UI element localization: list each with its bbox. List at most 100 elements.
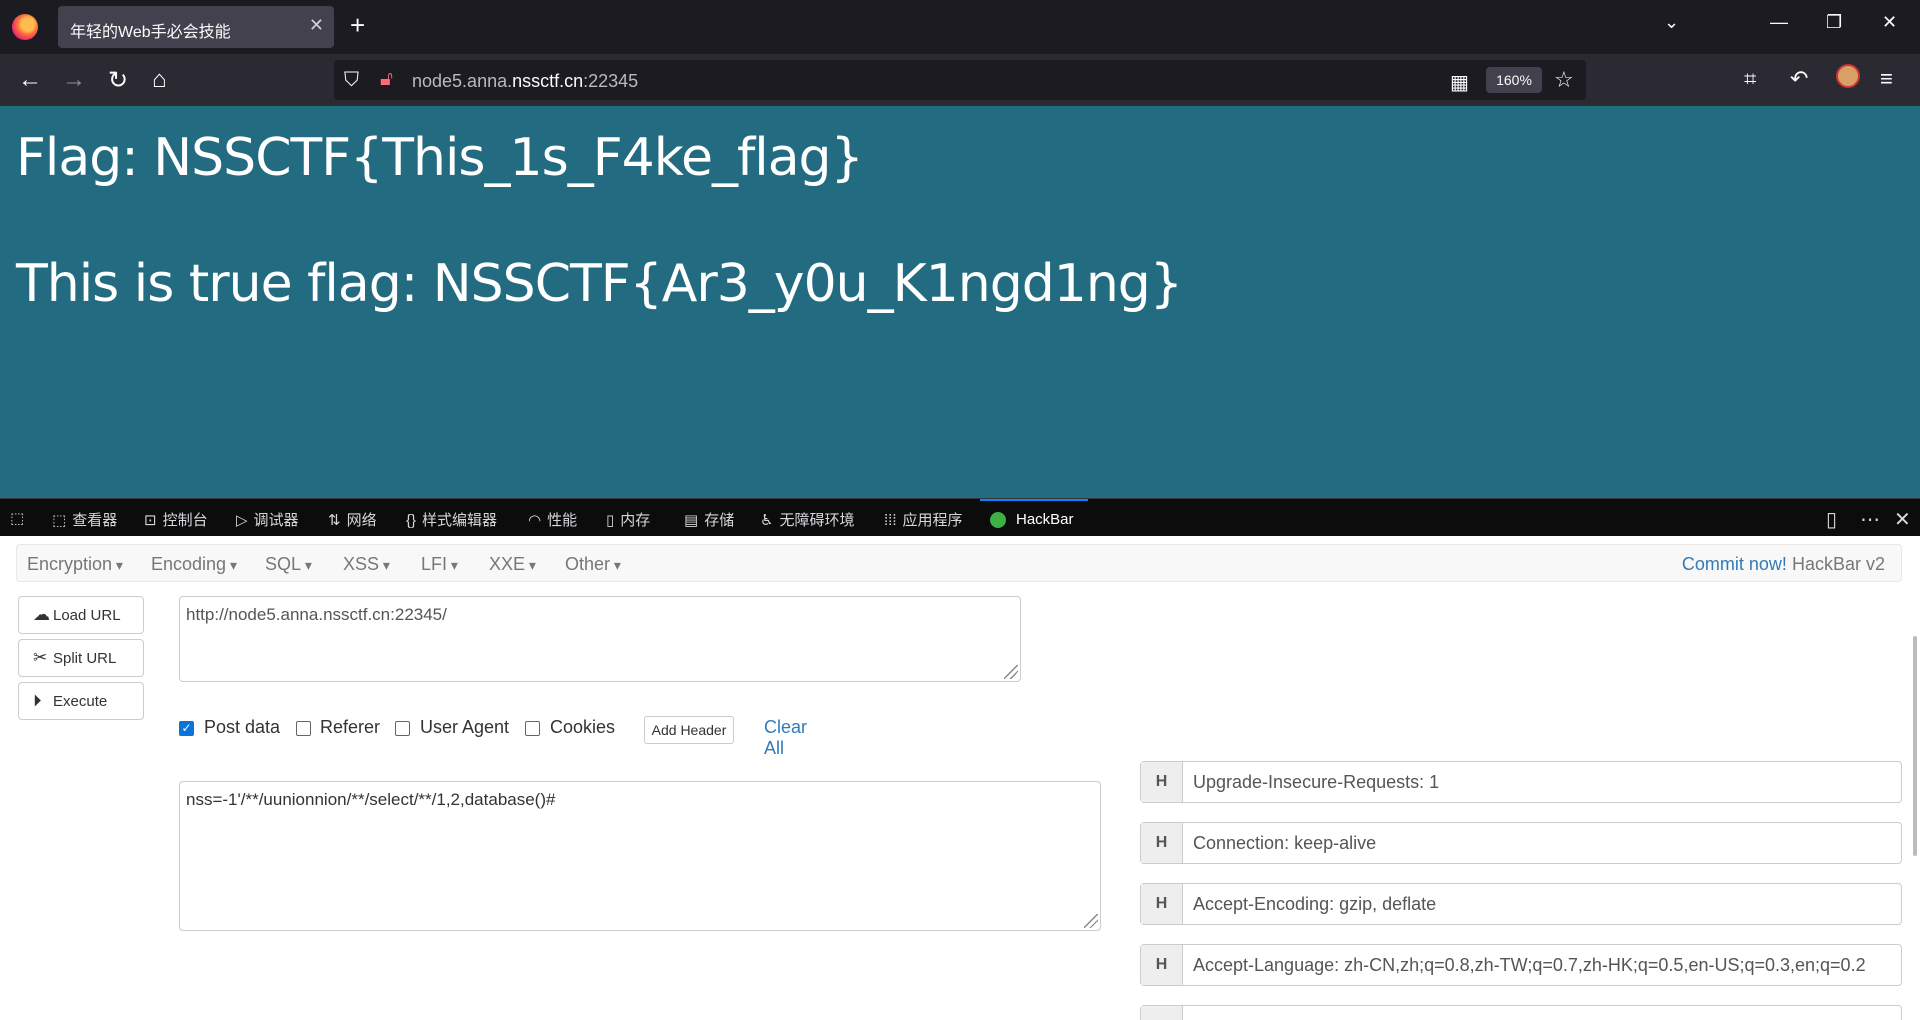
tab-label: 内存 [620, 512, 651, 529]
url-bar[interactable]: ⛉ 🔓︎ node5.anna.nssctf.cn:22345 ▦ 160% ☆ [334, 60, 1586, 100]
firefox-logo-icon[interactable] [12, 14, 38, 40]
cookies-label[interactable]: Cookies [550, 717, 615, 738]
user-agent-checkbox[interactable] [395, 721, 410, 736]
menu-hamburger-icon[interactable]: ≡ [1880, 66, 1893, 92]
cloud-download-icon: ☁ [33, 605, 50, 624]
post-data-label[interactable]: Post data [204, 717, 280, 738]
screenshot-crop-icon[interactable]: ⌗ [1744, 66, 1756, 92]
tracking-protection-shield-icon[interactable]: ⛉ [344, 69, 359, 92]
tab-label: 控制台 [162, 512, 208, 529]
add-header-button[interactable]: Add Header [644, 716, 734, 744]
tab-label: 存储 [704, 512, 735, 529]
hackbar-panel: Encryption Encoding SQL XSS LFI XXE Othe… [0, 536, 1920, 1020]
minimize-button[interactable]: — [1770, 12, 1788, 33]
devtools-tab-inspector[interactable]: ⬚ 查看器 [52, 509, 117, 530]
tab-close-icon[interactable]: ✕ [309, 15, 324, 36]
browser-tab[interactable]: 年轻的Web手必会技能 ✕ [58, 6, 334, 48]
header-toggle-badge[interactable]: H [1141, 762, 1183, 802]
referer-label[interactable]: Referer [320, 717, 380, 738]
new-tab-button[interactable]: + [350, 10, 365, 41]
header-row[interactable]: H Upgrade-Insecure-Requests: 1 [1140, 761, 1902, 803]
header-row-partial[interactable] [1140, 1005, 1902, 1020]
restore-button[interactable]: ❐ [1826, 12, 1842, 33]
commit-now-link[interactable]: Commit now! [1682, 554, 1787, 574]
element-picker-icon[interactable]: ⬚ [10, 509, 24, 527]
devtools-tab-application[interactable]: ⁞⁞⁞ 应用程序 [884, 509, 963, 530]
devtools-tab-style-editor[interactable]: {} 样式编辑器 [406, 509, 497, 530]
resize-handle-icon[interactable] [1084, 914, 1098, 928]
url-host-domain: nssctf.cn [512, 71, 584, 91]
clear-all-link[interactable]: Clear All [764, 717, 807, 759]
split-url-button[interactable]: ✂ Split URL [18, 639, 144, 677]
execute-button[interactable]: ⏵ Execute [18, 682, 144, 720]
url-text[interactable]: node5.anna.nssctf.cn:22345 [412, 71, 638, 92]
header-row[interactable]: H Accept-Encoding: gzip, deflate [1140, 883, 1902, 925]
bookmark-star-icon[interactable]: ☆ [1554, 67, 1574, 93]
debugger-icon: ▷ [236, 512, 248, 529]
tab-list-chevron-icon[interactable]: ⌄ [1664, 12, 1679, 33]
forward-icon[interactable]: → [62, 66, 86, 94]
qr-code-icon[interactable]: ▦ [1450, 70, 1469, 95]
extension-avatar-icon[interactable] [1836, 64, 1860, 88]
close-window-button[interactable]: ✕ [1882, 12, 1897, 33]
devtools-tab-accessibility[interactable]: ♿ 无障碍环境 [760, 509, 854, 530]
tab-label: 调试器 [253, 512, 299, 529]
grid-icon: ⁞⁞⁞ [884, 512, 897, 529]
insecure-lock-icon[interactable]: 🔓︎ [380, 68, 393, 91]
tab-strip: 年轻的Web手必会技能 ✕ + ⌄ — ❐ ✕ [0, 0, 1920, 54]
header-value[interactable]: Upgrade-Insecure-Requests: 1 [1193, 772, 1439, 793]
dock-side-icon[interactable]: ▯ [1826, 507, 1837, 532]
inspector-icon: ⬚ [52, 512, 67, 529]
memory-chip-icon: ▯ [606, 512, 615, 529]
menu-other[interactable]: Other [565, 554, 621, 575]
menu-xxe[interactable]: XXE [489, 554, 536, 575]
url-host-prefix: node5.anna. [412, 71, 513, 91]
navigation-bar: ← → ↻ ⌂ ⛉ 🔓︎ node5.anna.nssctf.cn:22345 … [0, 54, 1920, 106]
commit-link-area: Commit now! HackBar v2 [1682, 554, 1885, 575]
devtools-tab-console[interactable]: ⊡ 控制台 [144, 509, 208, 530]
header-value[interactable]: Accept-Language: zh-CN,zh;q=0.8,zh-TW;q=… [1193, 955, 1866, 976]
button-label: Execute [53, 693, 108, 710]
home-icon[interactable]: ⌂ [152, 66, 167, 94]
tab-title: 年轻的Web手必会技能 [70, 24, 231, 41]
reload-icon[interactable]: ↻ [108, 66, 128, 95]
post-data-checkbox[interactable]: ✓ [179, 721, 194, 736]
more-options-icon[interactable]: ⋯ [1860, 507, 1880, 532]
menu-sql[interactable]: SQL [265, 554, 312, 575]
header-toggle-badge[interactable] [1141, 1006, 1183, 1020]
resize-handle-icon[interactable] [1004, 665, 1018, 679]
devtools-tab-performance[interactable]: ◠ 性能 [528, 509, 577, 530]
devtools-tab-memory[interactable]: ▯ 内存 [606, 509, 650, 530]
header-toggle-badge[interactable]: H [1141, 884, 1183, 924]
menu-lfi[interactable]: LFI [421, 554, 458, 575]
zoom-level-badge[interactable]: 160% [1486, 67, 1542, 93]
url-value: http://node5.anna.nssctf.cn:22345/ [186, 605, 447, 624]
user-agent-label[interactable]: User Agent [420, 717, 509, 738]
menu-encoding[interactable]: Encoding [151, 554, 237, 575]
undo-arrow-icon[interactable]: ↶ [1790, 66, 1808, 92]
panel-scrollbar[interactable] [1913, 636, 1917, 856]
play-circle-icon: ⏵ [33, 691, 42, 710]
referer-checkbox[interactable] [296, 721, 311, 736]
devtools-tab-network[interactable]: ⇅ 网络 [328, 509, 377, 530]
header-value[interactable]: Accept-Encoding: gzip, deflate [1193, 894, 1436, 915]
cookies-checkbox[interactable] [525, 721, 540, 736]
header-value[interactable]: Connection: keep-alive [1193, 833, 1376, 854]
load-url-button[interactable]: ☁ Load URL [18, 596, 144, 634]
devtools-tab-debugger[interactable]: ▷ 调试器 [236, 509, 299, 530]
menu-xss[interactable]: XSS [343, 554, 390, 575]
network-icon: ⇅ [328, 512, 341, 529]
header-toggle-badge[interactable]: H [1141, 823, 1183, 863]
tab-label: 无障碍环境 [779, 512, 855, 529]
close-devtools-icon[interactable]: ✕ [1894, 507, 1911, 532]
url-port: :22345 [583, 71, 639, 91]
post-data-textarea[interactable]: nss=-1'/**/uunionnion/**/select/**/1,2,d… [179, 781, 1101, 931]
header-row[interactable]: H Connection: keep-alive [1140, 822, 1902, 864]
back-icon[interactable]: ← [18, 66, 42, 94]
devtools-tab-storage[interactable]: ▤ 存储 [684, 509, 734, 530]
devtools-tab-hackbar[interactable]: HackBar [980, 499, 1088, 537]
header-toggle-badge[interactable]: H [1141, 945, 1183, 985]
header-row[interactable]: H Accept-Language: zh-CN,zh;q=0.8,zh-TW;… [1140, 944, 1902, 986]
menu-encryption[interactable]: Encryption [27, 554, 123, 575]
url-textarea[interactable]: http://node5.anna.nssctf.cn:22345/ [179, 596, 1021, 682]
